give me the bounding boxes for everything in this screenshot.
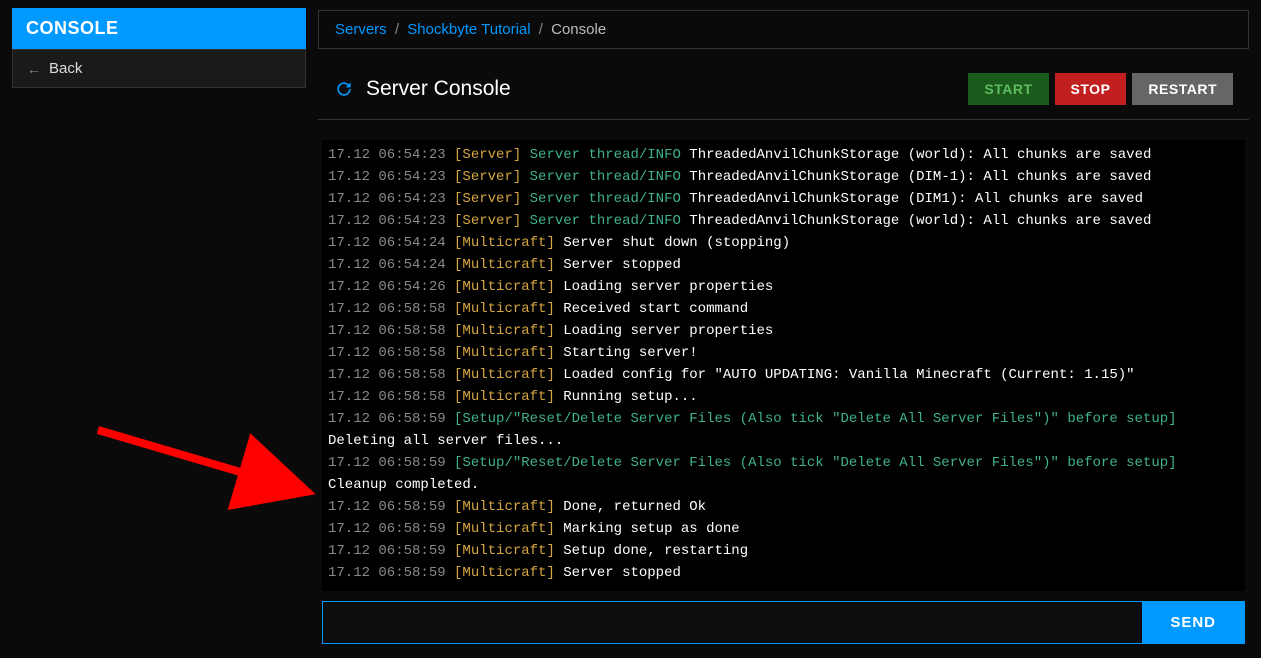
restart-button[interactable]: RESTART <box>1132 73 1233 105</box>
refresh-icon[interactable] <box>334 79 354 99</box>
log-line: 17.12 06:58:58 [Multicraft] Starting ser… <box>328 342 1239 364</box>
log-line: 17.12 06:54:26 [Multicraft] Loading serv… <box>328 276 1239 298</box>
sidebar: CONSOLE ← Back <box>0 0 318 658</box>
command-bar: SEND <box>322 601 1245 644</box>
log-line: 17.12 06:58:59 [Multicraft] Marking setu… <box>328 518 1239 540</box>
log-line: 17.12 06:58:58 [Multicraft] Running setu… <box>328 386 1239 408</box>
breadcrumb-current: Console <box>551 21 606 38</box>
log-line: 17.12 06:58:59 [Setup/"Reset/Delete Serv… <box>328 452 1239 496</box>
server-control-buttons: START STOP RESTART <box>968 73 1233 105</box>
back-arrow-icon: ← <box>27 61 41 77</box>
back-label: Back <box>49 60 82 77</box>
breadcrumb-sep: / <box>539 21 543 38</box>
log-line: 17.12 06:54:24 [Multicraft] Server shut … <box>328 232 1239 254</box>
log-line: 17.12 06:58:58 [Multicraft] Loaded confi… <box>328 364 1239 386</box>
breadcrumb: Servers / Shockbyte Tutorial / Console <box>318 10 1249 49</box>
command-input[interactable] <box>323 602 1142 643</box>
stop-button[interactable]: STOP <box>1055 73 1127 105</box>
log-line: 17.12 06:54:23 [Server] Server thread/IN… <box>328 144 1239 166</box>
breadcrumb-sep: / <box>395 21 399 38</box>
main-content: Servers / Shockbyte Tutorial / Console S… <box>318 0 1261 658</box>
log-line: 17.12 06:58:59 [Multicraft] Done, return… <box>328 496 1239 518</box>
log-line: 17.12 06:54:23 [Server] Server thread/IN… <box>328 210 1239 232</box>
start-button[interactable]: START <box>968 73 1048 105</box>
log-line: 17.12 06:54:23 [Server] Server thread/IN… <box>328 188 1239 210</box>
console-output[interactable]: 17.12 06:54:23 [Server] Server thread/IN… <box>322 140 1245 591</box>
log-line: 17.12 06:58:58 [Multicraft] Received sta… <box>328 298 1239 320</box>
log-line: 17.12 06:58:59 [Multicraft] Setup done, … <box>328 540 1239 562</box>
back-button[interactable]: ← Back <box>12 49 306 88</box>
page-title: Server Console <box>366 77 511 101</box>
log-line: 17.12 06:54:24 [Multicraft] Server stopp… <box>328 254 1239 276</box>
sidebar-title: CONSOLE <box>12 8 306 49</box>
log-line: 17.12 06:54:23 [Server] Server thread/IN… <box>328 166 1239 188</box>
breadcrumb-server-name[interactable]: Shockbyte Tutorial <box>407 21 530 38</box>
send-button[interactable]: SEND <box>1142 602 1244 643</box>
log-line: 17.12 06:58:58 [Multicraft] Loading serv… <box>328 320 1239 342</box>
log-line: 17.12 06:58:59 [Setup/"Reset/Delete Serv… <box>328 408 1239 452</box>
console-header: Server Console START STOP RESTART <box>318 73 1249 120</box>
log-line: 17.12 06:58:59 [Multicraft] Server stopp… <box>328 562 1239 584</box>
breadcrumb-servers[interactable]: Servers <box>335 21 387 38</box>
